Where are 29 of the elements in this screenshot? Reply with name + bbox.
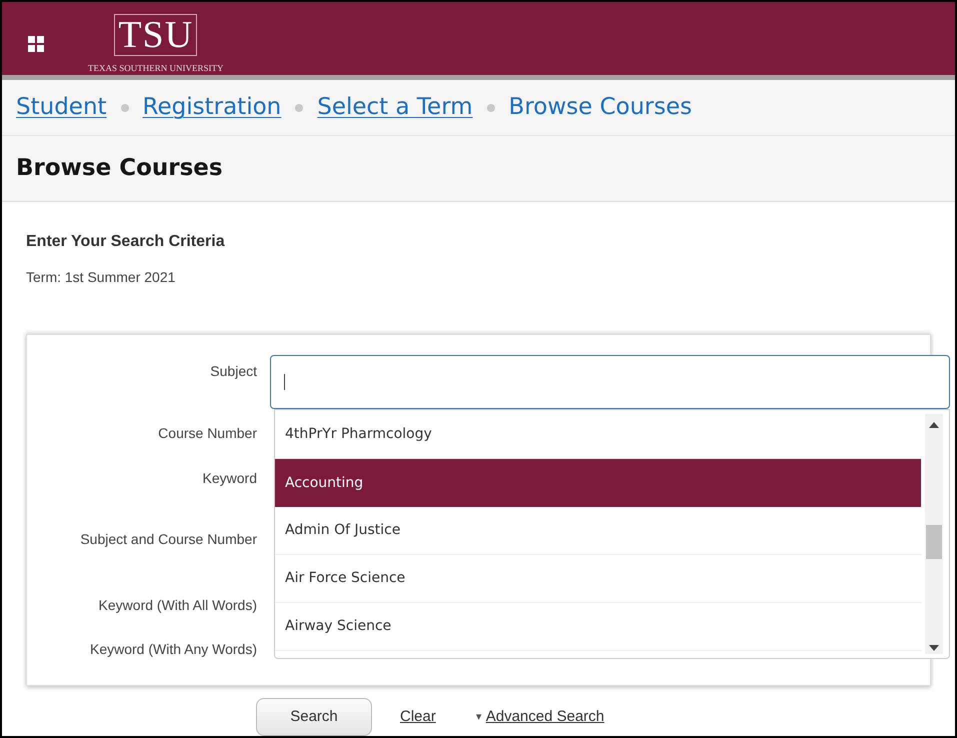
field-label: Keyword (With All Words) bbox=[98, 596, 257, 615]
breadcrumb-link[interactable]: Registration bbox=[142, 90, 282, 125]
logo-wordmark: TEXAS SOUTHERN UNIVERSITY bbox=[88, 62, 224, 75]
page-title: Browse Courses bbox=[16, 154, 223, 184]
logo-mark: TSU bbox=[114, 14, 198, 56]
scroll-thumb[interactable] bbox=[926, 525, 942, 559]
scroll-down-icon[interactable] bbox=[929, 645, 939, 651]
breadcrumb-current: Browse Courses bbox=[508, 93, 692, 122]
field-label: Subject and Course Number bbox=[80, 530, 257, 549]
breadcrumb-link[interactable]: Select a Term bbox=[317, 90, 473, 125]
field-label: Keyword (With Any Words) bbox=[90, 640, 257, 659]
term-text: Term: 1st Summer 2021 bbox=[26, 268, 176, 287]
advanced-search-link[interactable]: ▾ Advanced Search bbox=[476, 706, 604, 728]
subject-field[interactable] bbox=[270, 355, 950, 409]
dropdown-option[interactable]: Accounting bbox=[275, 459, 921, 507]
field-label: Keyword bbox=[202, 469, 257, 488]
field-label: Course Number bbox=[158, 424, 257, 443]
grid-menu-icon[interactable] bbox=[28, 36, 44, 52]
scroll-up-icon[interactable] bbox=[929, 422, 939, 428]
dropdown-option[interactable]: Airway Science bbox=[275, 603, 921, 651]
section-heading: Enter Your Search Criteria bbox=[26, 232, 226, 252]
field-label: Subject bbox=[210, 362, 257, 381]
dropdown-option[interactable]: Admin Of Justice bbox=[275, 507, 921, 555]
text-cursor-icon bbox=[284, 374, 285, 390]
dropdown-option[interactable]: Air Force Science bbox=[275, 555, 921, 603]
scrollbar[interactable] bbox=[925, 414, 943, 654]
clear-link[interactable]: Clear bbox=[400, 706, 436, 728]
search-button[interactable]: Search bbox=[256, 698, 372, 736]
breadcrumb-link[interactable]: Student bbox=[16, 90, 107, 125]
